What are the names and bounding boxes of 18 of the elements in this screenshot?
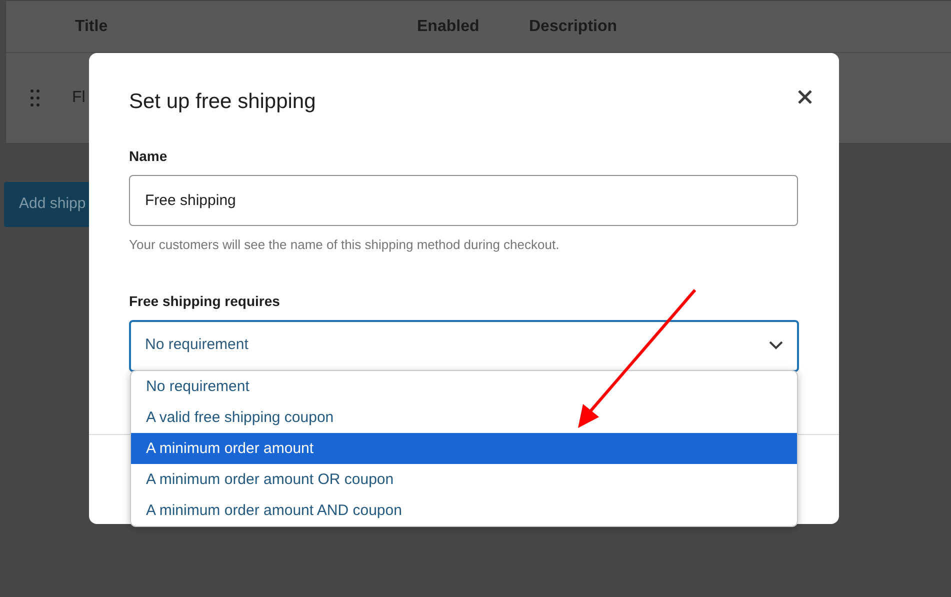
dropdown-option[interactable]: A minimum order amount OR coupon [131, 464, 797, 495]
name-input-field[interactable]: Free shipping [129, 175, 798, 226]
close-button[interactable] [797, 89, 813, 105]
modal-title: Set up free shipping [129, 89, 317, 114]
drag-handle-icon[interactable] [30, 89, 40, 107]
field-label: Free shipping requires [129, 292, 281, 311]
chevron-down-icon [769, 341, 783, 350]
dropdown-option[interactable]: No requirement [131, 371, 797, 402]
row-title: Fl [72, 88, 86, 108]
column-header: Title [75, 16, 109, 36]
field-label: Name [129, 147, 168, 166]
column-header: Description [529, 16, 618, 36]
column-header: Enabled [417, 16, 480, 36]
add-shipping-button[interactable]: Add shipp [4, 182, 90, 227]
dropdown-option[interactable]: A valid free shipping coupon [131, 402, 797, 433]
help-text: Your customers will see the name of this shipping method during checkout. [129, 236, 560, 254]
dropdown-option[interactable]: A minimum order amount [131, 433, 797, 464]
dropdown-option[interactable]: A minimum order amount AND coupon [131, 495, 797, 526]
